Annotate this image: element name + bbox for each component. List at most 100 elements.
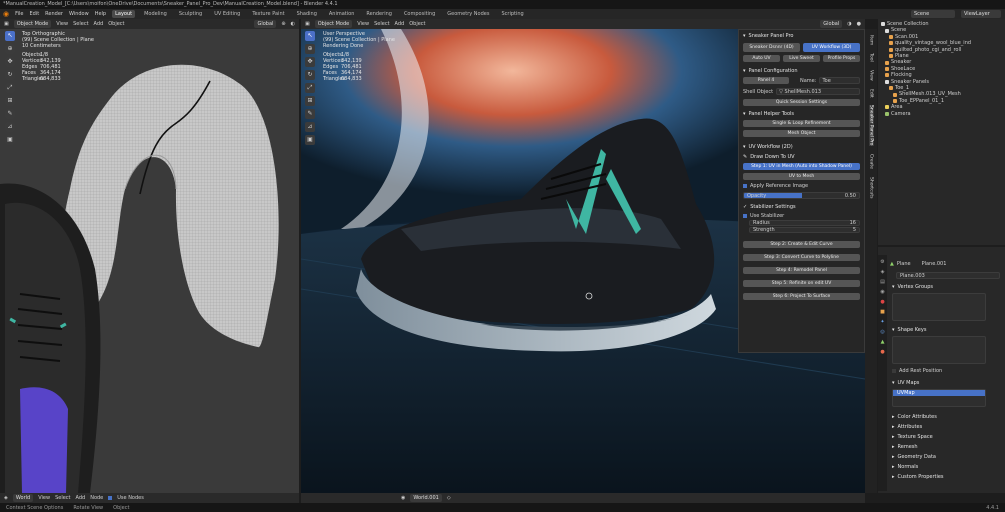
add-rest-checkbox[interactable] [892,369,896,373]
uv-workflow-header[interactable]: ▾ UV Workflow (2D) [743,144,860,150]
sneaker-dsnnr-tab[interactable]: Sneaker Dsnnr (4D) [743,43,800,52]
tab-sneaker-panel-pro[interactable]: Sneaker Panel Pro [868,105,874,146]
world-selector[interactable]: World.001 [410,494,442,502]
tab-item[interactable]: Item [869,35,874,45]
annotate-tool-icon[interactable]: ✎ [305,109,315,119]
tab-sculpting[interactable]: Sculpting [176,10,205,18]
apply-ref-checkbox[interactable] [743,184,747,188]
select-box-tool-icon[interactable]: ↖ [305,31,315,41]
stabilizer-header[interactable]: ✓ Stabilizer Settings [743,204,860,210]
step-1-button[interactable]: Step 1: UV in Mesh (Auto into Shadow Pan… [743,163,860,170]
tab-edit[interactable]: Edit [869,89,874,98]
move-tool-icon[interactable]: ✥ [5,57,15,67]
left-viewport[interactable]: ▣ Object Mode View Select Add Object Glo… [0,19,299,493]
left-menu-view[interactable]: View [56,21,68,27]
tab-rendering[interactable]: Rendering [363,10,395,18]
tab-create[interactable]: Create [869,154,874,169]
tab-shading[interactable]: Shading [294,10,320,18]
measure-tool-icon[interactable]: ⊿ [305,122,315,132]
footer-menu-select[interactable]: Select [55,495,70,501]
material-props-icon[interactable]: ● [880,349,884,355]
tab-modeling[interactable]: Modeling [141,10,170,18]
move-tool-icon[interactable]: ✥ [305,57,315,67]
view-layer-selector[interactable]: ViewLayer [961,10,1001,18]
quick-session-settings-button[interactable]: Quick Session Settings [743,99,860,106]
tool-props-icon[interactable]: ⚙ [880,259,884,265]
menu-edit[interactable]: Edit [29,11,39,17]
panel-selector[interactable]: Panel 4 [743,77,789,84]
strength-field[interactable]: Strength 5 [749,227,860,233]
texture-space-header[interactable]: ▸ Texture Space [892,434,1002,440]
live-sweet-button[interactable]: Live Sweet [783,55,820,62]
rotate-tool-icon[interactable]: ↻ [5,70,15,80]
panel-config-header[interactable]: ▾ Panel Configuration [743,68,860,74]
world-props-icon[interactable]: ● [880,299,884,305]
left-orientation-dropdown[interactable]: Global [254,20,277,28]
tab-shortcuts[interactable]: Shortcuts [869,177,874,199]
tab-animation[interactable]: Animation [326,10,358,18]
render-props-icon[interactable]: ◈ [881,269,885,275]
left-menu-add[interactable]: Add [94,21,104,27]
right-orientation-dropdown[interactable]: Global [820,20,843,28]
select-box-tool-icon[interactable]: ↖ [5,31,15,41]
overlay-icon[interactable]: ◐ [291,21,295,27]
blender-logo-icon[interactable]: ◉ [3,10,9,18]
normals-header[interactable]: ▸ Normals [892,464,1002,470]
left-menu-object[interactable]: Object [108,21,124,27]
radius-field[interactable]: Radius 16 [749,220,860,226]
footer-menu-node[interactable]: Node [90,495,103,501]
tab-texture-paint[interactable]: Texture Paint [249,10,287,18]
tab-geometry-nodes[interactable]: Geometry Nodes [444,10,492,18]
scene-selector[interactable]: Scene [911,10,955,18]
menu-window[interactable]: Window [69,11,89,17]
object-props-icon[interactable]: ■ [880,309,885,315]
opacity-slider[interactable]: Opacity 0.50 [743,192,860,199]
uv-to-mesh-button[interactable]: UV to Mesh [743,173,860,180]
step-5-button[interactable]: Step 5: Refinite on edit UV [743,280,860,287]
scene-props-icon[interactable]: ◉ [880,289,884,295]
outliner-item[interactable]: Toe_EPPanel_01_1 [899,98,944,104]
vertex-groups-header[interactable]: ▾ Vertex Groups [892,284,1002,290]
auto-uv-button[interactable]: Auto UV [743,55,780,62]
step-3-button[interactable]: Step 3: Convert Curve to Polyline [743,254,860,261]
tab-uv-editing[interactable]: UV Editing [211,10,243,18]
uv-maps-list[interactable]: UVMap [892,389,986,407]
color-attributes-header[interactable]: ▸ Color Attributes [892,414,1002,420]
scale-tool-icon[interactable]: ⤢ [305,83,315,93]
right-menu-view[interactable]: View [357,21,369,27]
uv-maps-header[interactable]: ▾ UV Maps [892,380,1002,386]
right-viewport[interactable]: ▣ Object Mode View Select Add Object Glo… [301,19,865,493]
left-mode-dropdown[interactable]: Object Mode [13,20,52,28]
measure-tool-icon[interactable]: ⊿ [5,122,15,132]
step-2-button[interactable]: Step 2: Create & Edit Curve [743,241,860,248]
editor-type-icon[interactable]: ▣ [305,21,310,27]
annotate-tool-icon[interactable]: ✎ [5,109,15,119]
physics-props-icon[interactable]: ◎ [880,329,884,335]
mesh-object-button[interactable]: Mesh Object [743,130,860,137]
step-4-button[interactable]: Step 4: Remodel Panel [743,267,860,274]
name-field[interactable]: Toe [819,77,860,84]
tab-scripting[interactable]: Scripting [498,10,526,18]
cursor-tool-icon[interactable]: ⊕ [5,44,15,54]
use-nodes-checkbox[interactable] [108,496,113,500]
transform-tool-icon[interactable]: ⊞ [5,96,15,106]
footer-menu-add[interactable]: Add [76,495,86,501]
shape-keys-list[interactable] [892,336,986,364]
right-menu-select[interactable]: Select [374,21,389,27]
cursor-tool-icon[interactable]: ⊕ [305,44,315,54]
mesh-data-props-icon[interactable]: ▲ [881,339,885,345]
tab-compositing[interactable]: Compositing [401,10,438,18]
output-props-icon[interactable]: ▤ [880,279,885,285]
mesh-name-field[interactable]: Plane.003 [896,272,1000,279]
viewport-shading-icon[interactable]: ◑ [847,21,851,27]
step-6-button[interactable]: Step 6: Project To Surface [743,293,860,300]
draw-down-header[interactable]: ✎ Draw Down To UV [743,154,860,160]
vertex-groups-list[interactable] [892,293,986,321]
render-shading-icon[interactable]: ● [857,21,861,27]
remesh-header[interactable]: ▸ Remesh [892,444,1002,450]
add-cube-tool-icon[interactable]: ▣ [305,135,315,145]
custom-properties-header[interactable]: ▸ Custom Properties [892,474,1002,480]
fake-user-icon[interactable]: ◇ [447,495,451,501]
helper-tools-header[interactable]: ▾ Panel Helper Tools [743,111,860,117]
transform-tool-icon[interactable]: ⊞ [305,96,315,106]
